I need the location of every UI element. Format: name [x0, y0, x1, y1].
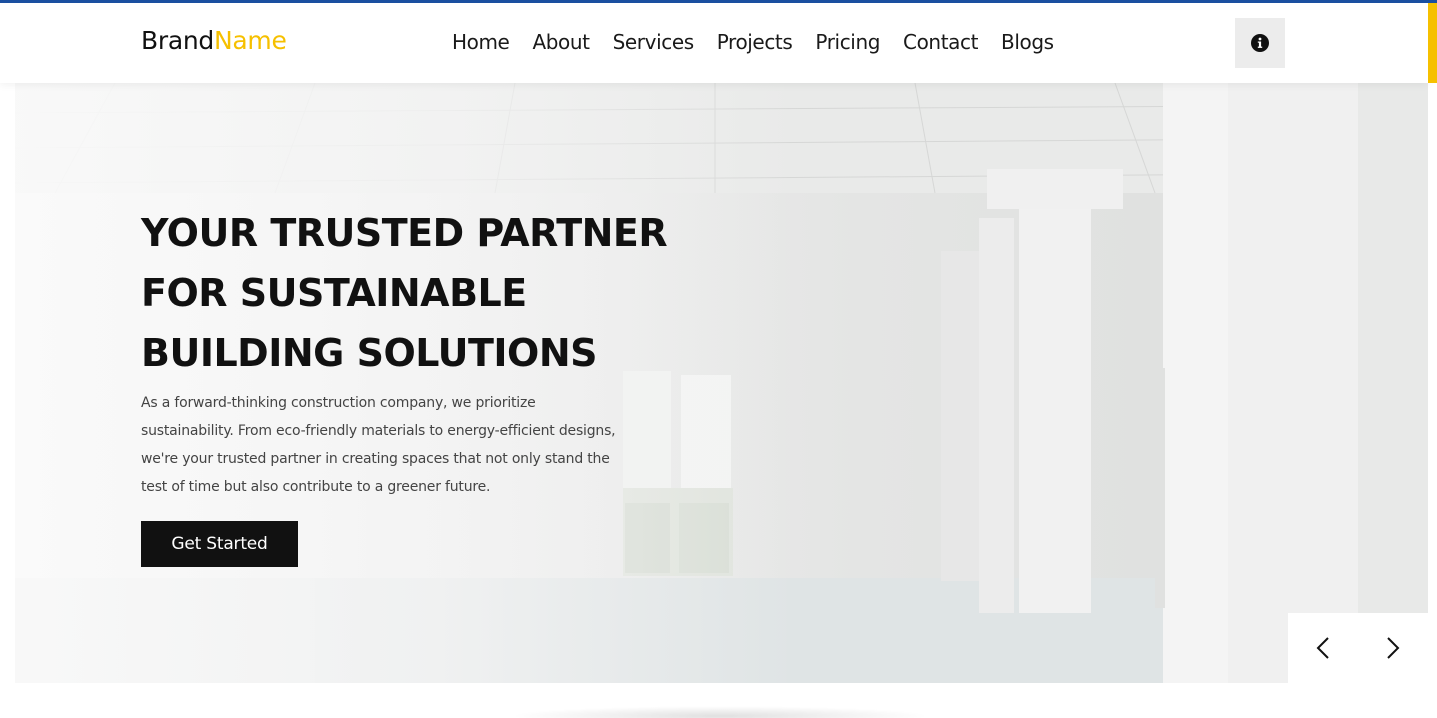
nav-item-pricing[interactable]: Pricing — [815, 30, 880, 54]
content-card-shadow — [510, 706, 930, 718]
hero-title: YOUR TRUSTED PARTNER FOR SUSTAINABLE BUI… — [141, 203, 701, 383]
brand-name-part1: Brand — [141, 26, 214, 55]
hero-section: YOUR TRUSTED PARTNER FOR SUSTAINABLE BUI… — [15, 83, 1428, 683]
hero-description-line-3: we're your trusted partner in creating s… — [141, 451, 610, 467]
nav-item-home[interactable]: Home — [452, 30, 510, 54]
hero-description-line-2: sustainability. From eco-friendly materi… — [141, 423, 616, 439]
nav-item-contact[interactable]: Contact — [903, 30, 978, 54]
chevron-left-icon — [1316, 637, 1329, 659]
hero-description-line-1: As a forward-thinking construction compa… — [141, 395, 536, 411]
hero-title-line-1: YOUR TRUSTED PARTNER — [141, 211, 668, 255]
nav-item-about[interactable]: About — [532, 30, 590, 54]
main-nav: Home About Services Projects Pricing Con… — [452, 30, 1054, 54]
chevron-right-icon — [1387, 637, 1400, 659]
hero-description-line-4: test of time but also contribute to a gr… — [141, 479, 491, 495]
get-started-button[interactable]: Get Started — [141, 521, 298, 567]
hero-description: As a forward-thinking construction compa… — [141, 389, 641, 501]
hero-title-line-2: FOR SUSTAINABLE — [141, 271, 527, 315]
site-header: BrandName Home About Services Projects P… — [0, 3, 1428, 83]
slider-controls — [1288, 613, 1428, 683]
hero-overlay — [15, 83, 795, 683]
hero-title-line-3: BUILDING SOLUTIONS — [141, 331, 598, 375]
nav-item-services[interactable]: Services — [613, 30, 695, 54]
slider-prev-button[interactable] — [1303, 628, 1343, 668]
info-circle-icon — [1251, 34, 1269, 52]
brand-name-part2: Name — [213, 26, 287, 55]
nav-item-projects[interactable]: Projects — [717, 30, 793, 54]
top-accent-bar — [0, 0, 1437, 3]
side-accent-bar — [1428, 3, 1437, 83]
brand-logo[interactable]: BrandName — [141, 26, 287, 55]
slider-next-button[interactable] — [1373, 628, 1413, 668]
info-button[interactable] — [1235, 18, 1285, 68]
nav-item-blogs[interactable]: Blogs — [1001, 30, 1054, 54]
